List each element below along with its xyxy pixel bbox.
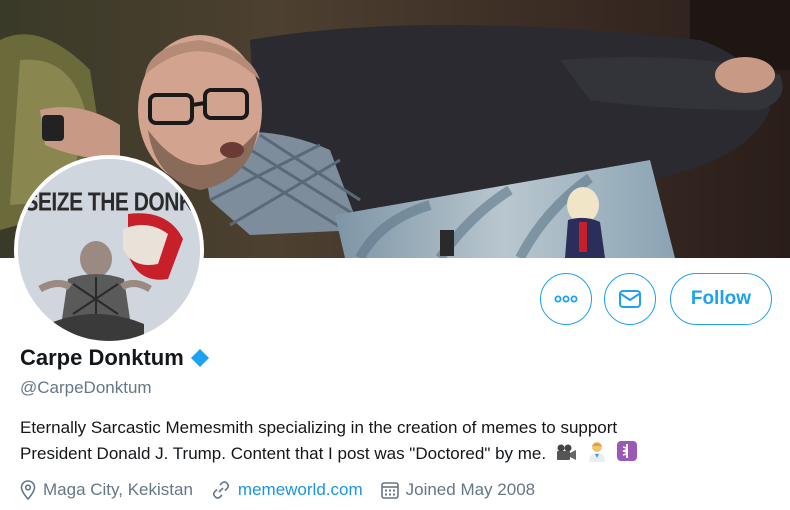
profile-avatar[interactable]: SEIZE THE DONK xyxy=(14,155,204,345)
more-button[interactable] xyxy=(539,273,592,325)
message-button[interactable] xyxy=(603,273,656,325)
profile-actions: Follow xyxy=(528,273,772,325)
verified-badge-icon xyxy=(190,348,210,368)
medical-symbol-icon xyxy=(616,440,638,469)
profile-handle: @CarpeDonktum xyxy=(20,378,152,397)
calendar-icon xyxy=(380,482,399,499)
movie-camera-icon xyxy=(555,444,577,469)
website-item: memeworld.com xyxy=(211,480,363,500)
display-name: Carpe Donktum xyxy=(20,345,184,370)
follow-button[interactable]: Follow xyxy=(669,273,772,325)
profile-meta: Maga City, Kekistan memeworld.com Joined… xyxy=(20,480,553,500)
link-icon xyxy=(212,481,230,499)
bio-line-1: Eternally Sarcastic Memesmith specializi… xyxy=(20,418,618,437)
location-text: Maga City, Kekistan xyxy=(43,480,193,499)
profile-bio: Eternally Sarcastic Memesmith specializi… xyxy=(20,415,780,469)
website-link[interactable]: memeworld.com xyxy=(238,480,363,500)
location-item: Maga City, Kekistan xyxy=(20,480,193,500)
bio-line-2-text: President Donald J. Trump. Content that … xyxy=(20,444,547,463)
avatar-caption: SEIZE THE DONK xyxy=(24,188,194,217)
location-pin-icon xyxy=(20,480,36,500)
more-dots-icon xyxy=(554,295,578,303)
joined-item: Joined May 2008 xyxy=(380,480,536,500)
joined-text: Joined May 2008 xyxy=(405,480,536,499)
health-worker-icon xyxy=(586,440,608,469)
bio-line-2: President Donald J. Trump. Content that … xyxy=(20,440,780,469)
envelope-icon xyxy=(618,290,641,308)
profile-name-row: Carpe Donktum xyxy=(20,345,210,371)
